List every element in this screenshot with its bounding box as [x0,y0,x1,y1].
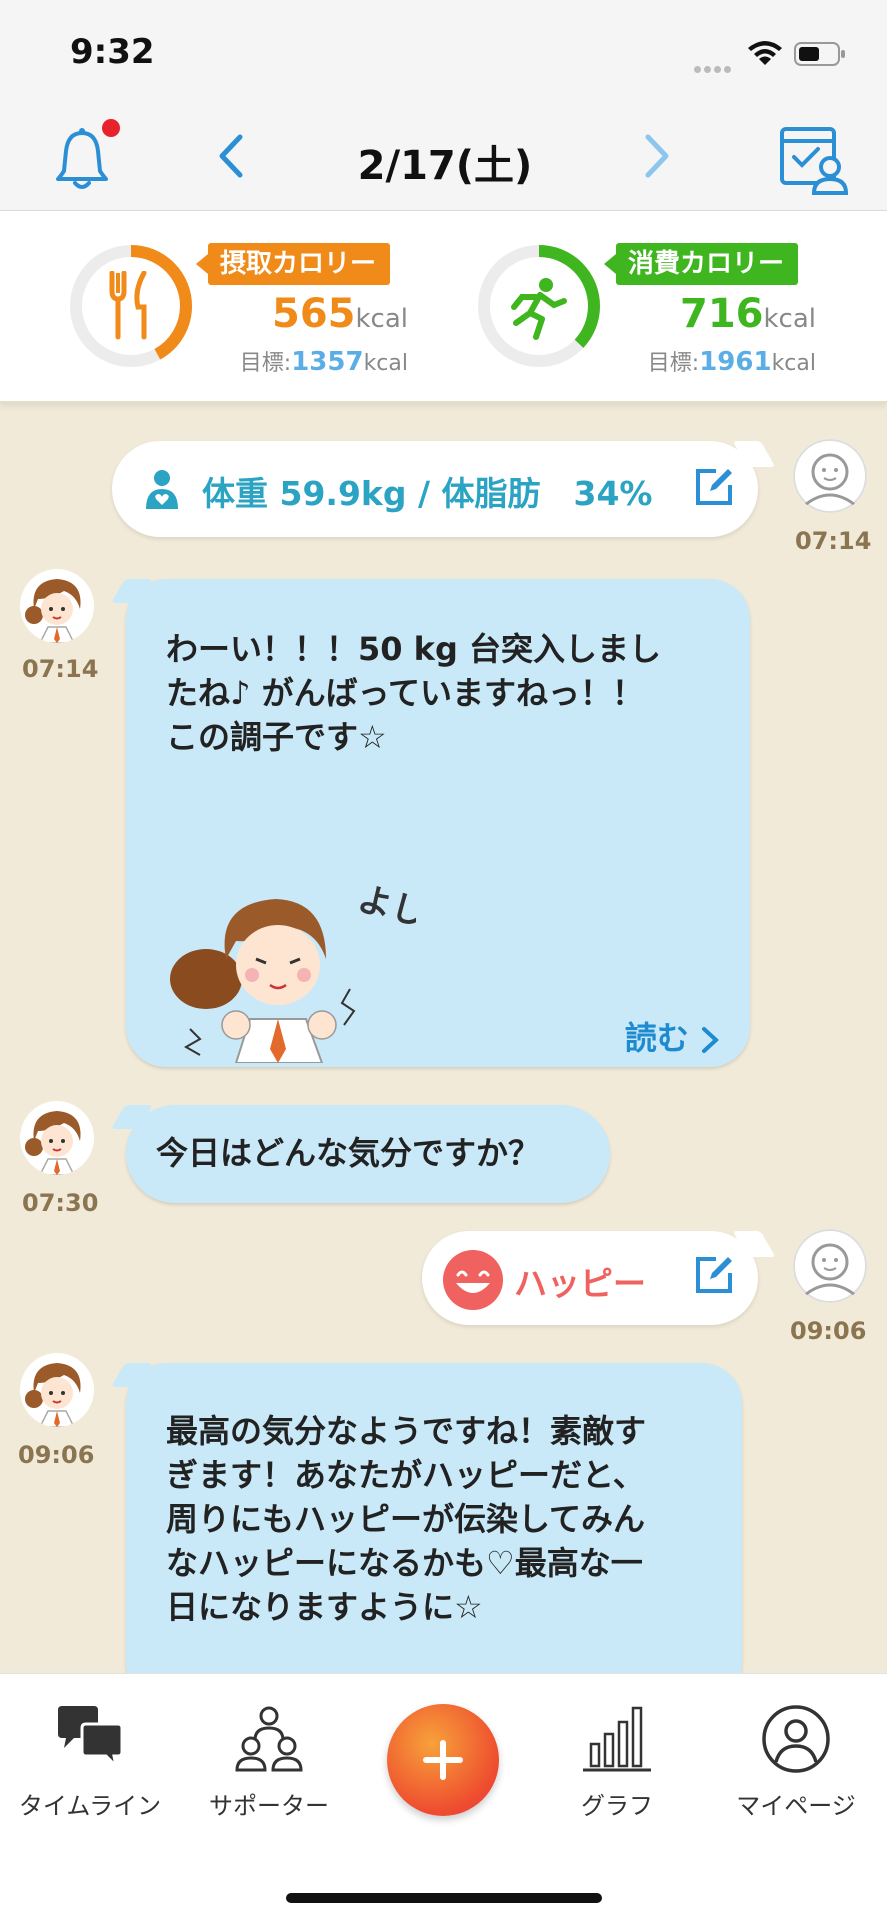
chevron-right-icon [702,1027,719,1053]
bot-message-3-line: 日になりますように☆ [166,1588,483,1626]
status-time: 9:32 [70,32,155,72]
battery-icon [794,42,845,66]
bot-message-3-line: 最高の気分なようですね！素敵す [166,1412,647,1450]
burn-value: 716kcal [616,291,816,337]
bot-message-3-line: ぎます！あなたがハッピーだと、 [166,1456,645,1494]
intake-number: 565 [271,291,356,337]
user-face-icon [793,439,867,513]
sticker-text: よしっ [354,879,416,942]
bot-message-3-bubble[interactable]: 最高の気分なようですね！素敵す ぎます！あなたがハッピーだと、 周りにもハッピー… [126,1363,742,1673]
advisor-avatar[interactable] [20,569,94,643]
bot-message-1-text: わーい！！！50 kg 台突入しまし たね♪ がんばっていますねっ！！ この調子… [166,627,726,759]
bot-message-1-line: わーい！！！50 kg 台突入しまし [166,630,662,668]
tab-timeline[interactable]: タイムライン [10,1704,170,1821]
cheering-advisor-sticker: よしっ [170,879,416,1063]
bar-graph-icon [583,1706,651,1772]
supporters-icon [235,1706,303,1772]
burn-goal: 目標:1961kcal [596,345,816,377]
bottom-tab-bar: タイムライン サポーター グラフ マイページ [0,1673,887,1920]
advisor-face-icon [21,1102,93,1175]
person-weight-icon [146,470,178,509]
intake-goal-label: 目標: [239,351,292,376]
wifi-icon [748,41,782,65]
burn-label: 消費カロリー [603,243,799,285]
bot-message-1-line: たね♪ がんばっていますねっ！！ [166,674,644,712]
intake-goal-unit: kcal [363,351,408,376]
notification-badge [102,119,120,137]
user-face-icon [793,1229,867,1303]
tab-label: タイムライン [18,1792,162,1820]
user-avatar[interactable] [793,1229,867,1303]
bot-message-3-line: 周りにもハッピーが伝染してみん [166,1500,646,1538]
advisor-avatar[interactable] [20,1101,94,1175]
intake-value: 565kcal [208,291,408,337]
burn-unit: kcal [763,304,816,334]
advisor-face-icon [21,570,93,643]
bot-message-3-line: なハッピーになるかも♡最高な一 [166,1544,643,1582]
mood-entry-bubble[interactable]: ハッピー [422,1231,758,1325]
intake-goal: 目標:1357kcal [188,345,408,377]
tab-label: マイページ [736,1792,856,1820]
advisor-face-icon [21,1354,93,1427]
status-bar: 9:32 [0,0,887,105]
intake-goal-number: 1357 [291,347,364,377]
bot-message-2-time: 07:30 [22,1189,99,1217]
running-person-icon [511,278,567,340]
app-header: 2/17(土) [0,105,887,211]
calendar-user-icon[interactable] [778,121,850,195]
signal-icon [694,58,734,73]
burn-goal-unit: kcal [771,351,816,376]
advisor-avatar[interactable] [20,1353,94,1427]
tab-label: グラフ [581,1792,653,1820]
chevron-left-icon[interactable] [212,131,252,181]
burn-number: 716 [679,291,764,337]
calorie-summary: 摂取カロリー 565kcal 目標:1357kcal 消費カロリー 716kca… [0,211,887,403]
bot-message-3-time: 09:06 [18,1441,95,1469]
edit-icon[interactable] [694,467,734,507]
mood-entry-text: ハッピー [514,1264,646,1303]
chevron-right-icon[interactable] [636,131,676,181]
bot-message-2-bubble[interactable]: 今日はどんな気分ですか？ [126,1105,610,1203]
notification-bell-icon[interactable] [52,127,112,193]
tab-mypage[interactable]: マイページ [716,1704,876,1821]
current-date: 2/17(土) [357,143,533,189]
intake-unit: kcal [355,304,408,334]
weight-entry-time: 07:14 [795,527,872,555]
burn-goal-label: 目標: [647,351,700,376]
timeline[interactable]: 体重 59.9kg / 体脂肪 34% 07:14 07:14 わーい！！！50… [0,403,887,1673]
tab-supporters[interactable]: サポーター [189,1704,349,1821]
bot-message-1-time: 07:14 [22,655,99,683]
bot-message-1-bubble[interactable]: わーい！！！50 kg 台突入しまし たね♪ がんばっていますねっ！！ この調子… [126,579,750,1067]
add-entry-button[interactable] [387,1704,499,1816]
tab-label: サポーター [209,1792,329,1820]
user-avatar[interactable] [793,439,867,513]
chat-bubbles-icon [58,1706,124,1771]
tab-graph[interactable]: グラフ [537,1704,697,1821]
bot-message-3-text: 最高の気分なようですね！素敵す ぎます！あなたがハッピーだと、 周りにもハッピー… [166,1409,726,1629]
fork-knife-icon [109,271,147,340]
weight-entry-bubble[interactable]: 体重 59.9kg / 体脂肪 34% [112,441,758,537]
bot-message-2-text: 今日はどんな気分ですか？ [156,1134,541,1172]
read-more-label: 読む [624,1019,689,1057]
weight-entry-text: 体重 59.9kg / 体脂肪 34% [202,474,653,513]
happy-face-icon [443,1250,503,1310]
burn-goal-number: 1961 [699,347,772,377]
intake-label: 摂取カロリー [195,243,391,285]
edit-icon[interactable] [694,1255,734,1295]
read-more-link[interactable]: 読む [625,1013,720,1059]
user-circle-icon [762,1705,830,1773]
bot-message-1-line: この調子です☆ [166,718,387,756]
mood-entry-time: 09:06 [790,1317,867,1345]
home-indicator [286,1893,602,1903]
